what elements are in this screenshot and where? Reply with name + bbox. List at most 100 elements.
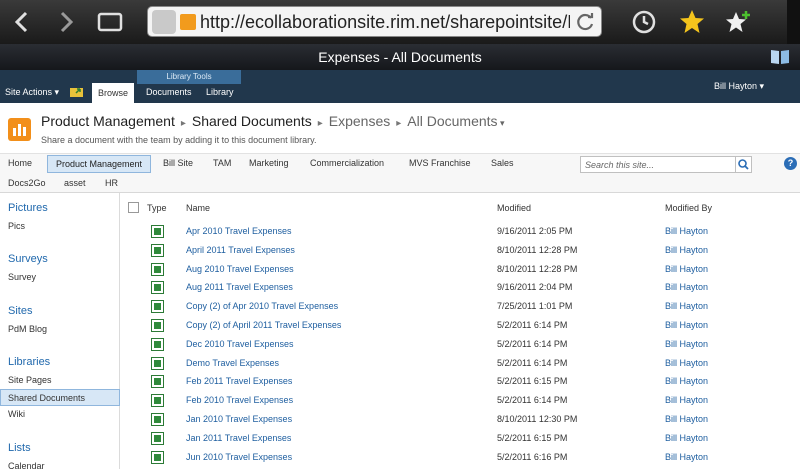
topnav-mvs-franchise[interactable]: MVS Franchise: [409, 158, 471, 168]
table-row[interactable]: Jan 2010 Travel Expenses 8/10/2011 12:30 …: [120, 410, 800, 429]
document-name-link[interactable]: Jun 2010 Travel Expenses: [186, 452, 292, 462]
excel-file-icon[interactable]: [151, 394, 164, 408]
site-actions-menu[interactable]: Site Actions ▾: [5, 87, 59, 98]
document-name-link[interactable]: Jan 2010 Travel Expenses: [186, 414, 292, 424]
tab-browse[interactable]: Browse: [92, 83, 134, 103]
forward-button[interactable]: [52, 8, 80, 36]
app-switcher-icon[interactable]: [787, 0, 800, 44]
table-row[interactable]: Copy (2) of Apr 2010 Travel Expenses 7/25…: [120, 297, 800, 316]
crumb-folder[interactable]: Expenses: [329, 113, 390, 129]
excel-file-icon[interactable]: [151, 262, 164, 276]
excel-file-icon[interactable]: [151, 450, 164, 464]
address-bar[interactable]: http://ecollaborationsite.rim.net/sharep…: [147, 6, 602, 37]
document-name-link[interactable]: Copy (2) of Apr 2010 Travel Expenses: [186, 301, 338, 311]
modified-by-link[interactable]: Bill Hayton: [665, 395, 708, 405]
excel-file-icon[interactable]: [151, 356, 164, 370]
ql-item-survey[interactable]: Survey: [8, 272, 36, 282]
ql-item-pics[interactable]: Pics: [8, 221, 25, 231]
modified-by-link[interactable]: Bill Hayton: [665, 245, 708, 255]
topnav-commercialization[interactable]: Commercialization: [310, 158, 384, 168]
ql-heading-lists[interactable]: Lists: [8, 442, 31, 454]
document-name-link[interactable]: Aug 2011 Travel Expenses: [186, 282, 293, 292]
topnav-tam[interactable]: TAM: [213, 158, 231, 168]
topnav-hr[interactable]: HR: [105, 178, 118, 188]
search-input[interactable]: Search this site...: [580, 156, 752, 173]
modified-by-link[interactable]: Bill Hayton: [665, 301, 708, 311]
topnav-bill-site[interactable]: Bill Site: [163, 158, 193, 168]
help-icon[interactable]: ?: [784, 157, 797, 170]
table-row[interactable]: Feb 2010 Travel Expenses 5/2/2011 6:14 PM…: [120, 391, 800, 410]
topnav-sales[interactable]: Sales: [491, 158, 514, 168]
crumb-view[interactable]: All Documents: [407, 113, 497, 129]
topnav-asset[interactable]: asset: [64, 178, 86, 188]
document-name-link[interactable]: Demo Travel Expenses: [186, 358, 279, 368]
column-header-modified[interactable]: Modified: [497, 203, 531, 213]
view-dropdown-icon[interactable]: ▾: [498, 118, 505, 128]
user-menu[interactable]: Bill Hayton ▾: [714, 81, 764, 92]
excel-file-icon[interactable]: [151, 375, 164, 389]
url-text[interactable]: http://ecollaborationsite.rim.net/sharep…: [200, 12, 570, 33]
tab-documents[interactable]: Documents: [146, 87, 192, 97]
ql-heading-surveys[interactable]: Surveys: [8, 253, 48, 265]
document-name-link[interactable]: Feb 2011 Travel Expenses: [186, 376, 292, 386]
modified-by-link[interactable]: Bill Hayton: [665, 414, 708, 424]
excel-file-icon[interactable]: [151, 413, 164, 426]
bookmark-star-icon[interactable]: [678, 8, 706, 36]
crumb-library[interactable]: Shared Documents: [192, 113, 312, 129]
select-all-checkbox[interactable]: [128, 202, 139, 213]
add-bookmark-icon[interactable]: [724, 8, 752, 36]
document-name-link[interactable]: Feb 2010 Travel Expenses: [186, 395, 293, 405]
tabs-button[interactable]: [96, 8, 124, 36]
security-icon[interactable]: [152, 10, 176, 34]
navigate-up-icon[interactable]: [70, 85, 84, 97]
table-row[interactable]: Aug 2011 Travel Expenses 9/16/2011 2:04 P…: [120, 278, 800, 297]
ql-item-wiki[interactable]: Wiki: [8, 409, 25, 419]
modified-by-link[interactable]: Bill Hayton: [665, 320, 708, 330]
table-row[interactable]: Demo Travel Expenses 5/2/2011 6:14 PM Bill…: [120, 354, 800, 373]
table-row[interactable]: Jan 2011 Travel Expenses 5/2/2011 6:15 PM…: [120, 429, 800, 448]
table-row[interactable]: Copy (2) of April 2011 Travel Expenses 5/…: [120, 316, 800, 335]
table-row[interactable]: Aug 2010 Travel Expenses 8/10/2011 12:28 …: [120, 260, 800, 279]
reading-book-icon[interactable]: [770, 48, 790, 65]
history-icon[interactable]: [630, 8, 658, 36]
table-row[interactable]: Dec 2010 Travel Expenses 5/2/2011 6:14 PM…: [120, 335, 800, 354]
column-header-name[interactable]: Name: [186, 203, 210, 213]
excel-file-icon[interactable]: [151, 243, 164, 257]
back-button[interactable]: [8, 8, 36, 36]
modified-by-link[interactable]: Bill Hayton: [665, 226, 708, 236]
column-header-modified-by[interactable]: Modified By: [665, 203, 712, 213]
excel-file-icon[interactable]: [151, 225, 164, 238]
modified-by-link[interactable]: Bill Hayton: [665, 282, 708, 292]
document-name-link[interactable]: Jan 2011 Travel Expenses: [186, 433, 291, 443]
search-button[interactable]: [735, 157, 751, 172]
ql-item-site-pages[interactable]: Site Pages: [8, 375, 52, 385]
tab-library[interactable]: Library: [206, 87, 234, 97]
ql-heading-sites[interactable]: Sites: [8, 305, 32, 317]
table-row[interactable]: Apr 2010 Travel Expenses 9/16/2011 2:05 P…: [120, 222, 800, 241]
excel-file-icon[interactable]: [151, 281, 164, 295]
modified-by-link[interactable]: Bill Hayton: [665, 358, 708, 368]
modified-by-link[interactable]: Bill Hayton: [665, 433, 708, 443]
modified-by-link[interactable]: Bill Hayton: [665, 376, 708, 386]
ql-item-pdm-blog[interactable]: PdM Blog: [8, 324, 47, 334]
ql-item-calendar[interactable]: Calendar: [8, 461, 45, 471]
reload-icon[interactable]: [573, 10, 597, 34]
table-row[interactable]: Jun 2010 Travel Expenses 5/2/2011 6:16 PM…: [120, 448, 800, 467]
topnav-home[interactable]: Home: [8, 158, 32, 168]
ql-item-shared-documents[interactable]: Shared Documents: [8, 393, 85, 403]
column-header-type[interactable]: Type: [147, 203, 167, 213]
excel-file-icon[interactable]: [151, 300, 164, 314]
document-name-link[interactable]: Aug 2010 Travel Expenses: [186, 264, 294, 274]
excel-file-icon[interactable]: [151, 431, 164, 445]
crumb-site[interactable]: Product Management: [41, 113, 175, 129]
ql-heading-pictures[interactable]: Pictures: [8, 202, 48, 214]
table-row[interactable]: April 2011 Travel Expenses 8/10/2011 12:2…: [120, 241, 800, 260]
excel-file-icon[interactable]: [151, 337, 164, 351]
document-name-link[interactable]: April 2011 Travel Expenses: [186, 245, 295, 255]
topnav-product-management[interactable]: Product Management: [47, 155, 151, 173]
topnav-marketing[interactable]: Marketing: [249, 158, 289, 168]
excel-file-icon[interactable]: [151, 319, 164, 332]
ql-heading-libraries[interactable]: Libraries: [8, 356, 50, 368]
document-name-link[interactable]: Dec 2010 Travel Expenses: [186, 339, 294, 349]
document-name-link[interactable]: Copy (2) of April 2011 Travel Expenses: [186, 320, 341, 330]
